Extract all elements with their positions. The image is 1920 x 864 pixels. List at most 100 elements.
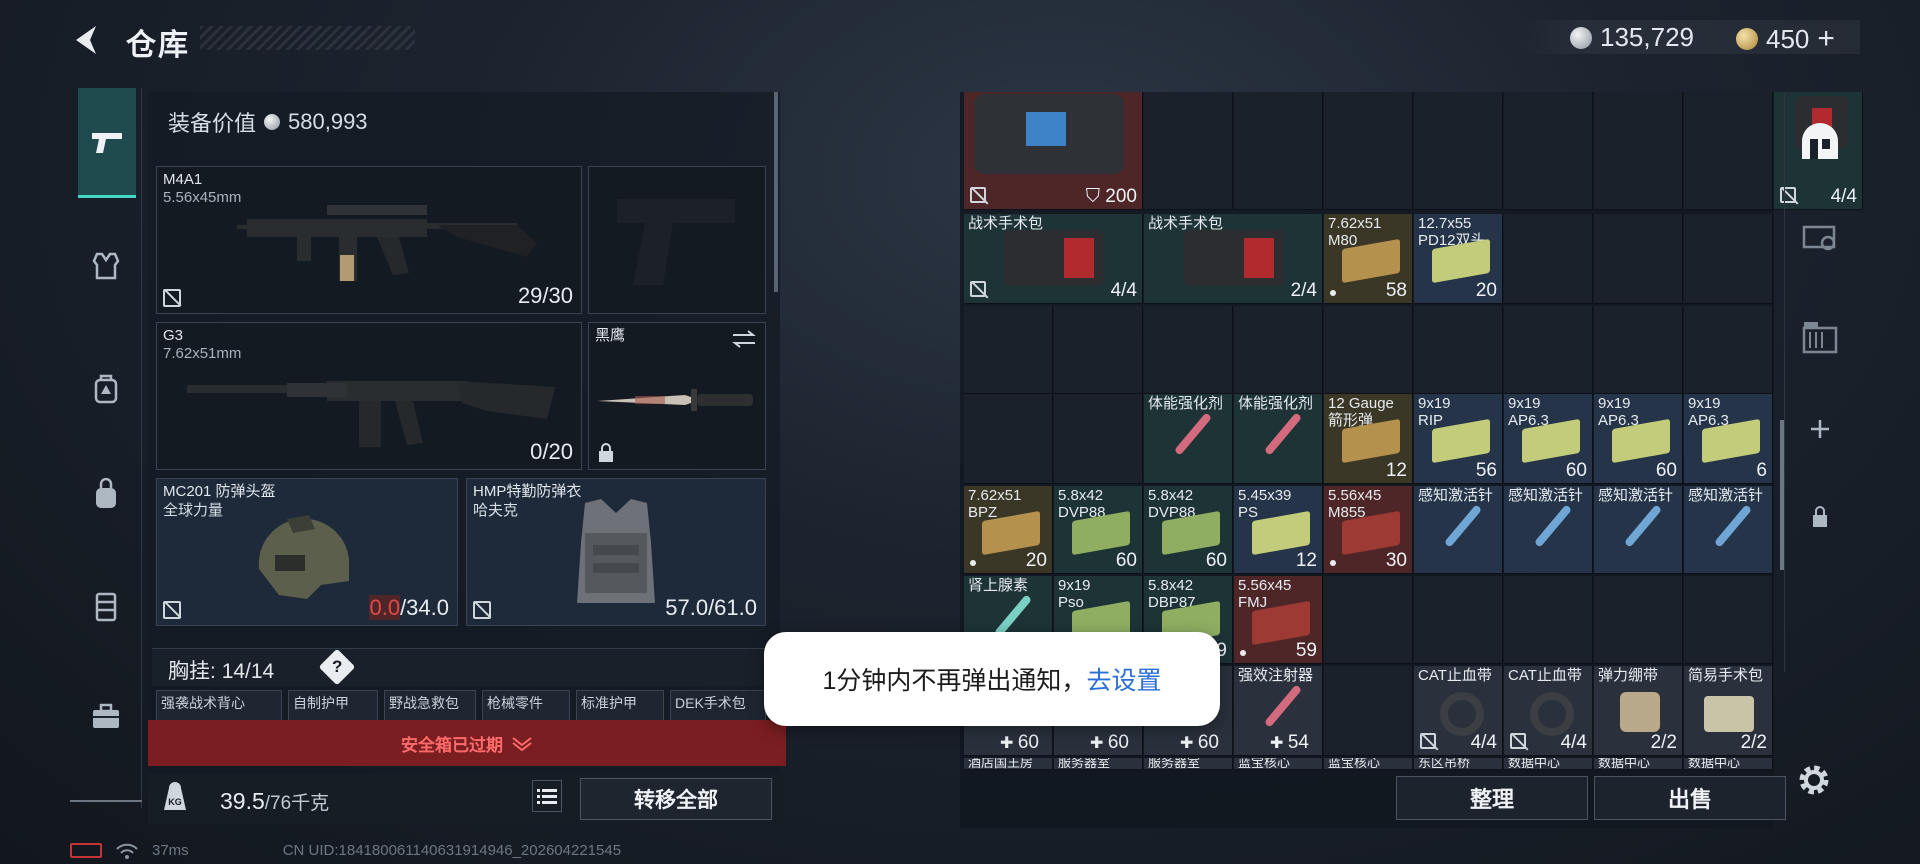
storage-empty-slot[interactable] <box>1504 576 1593 664</box>
storage-empty-slot[interactable] <box>1504 214 1593 304</box>
storage-empty-slot[interactable] <box>964 306 1053 394</box>
storage-item[interactable]: 战术手术包 2/4 <box>1144 214 1323 304</box>
storage-item[interactable]: 12 Gauge 箭形弹 12 <box>1324 394 1413 484</box>
storage-empty-slot[interactable] <box>1414 306 1503 394</box>
storage-empty-slot[interactable] <box>1234 306 1323 394</box>
storage-tab-3[interactable] <box>1795 312 1845 362</box>
storage-item[interactable]: 数据中心 <box>1594 758 1683 770</box>
storage-item[interactable]: 12.7x55 PD12双头 20 <box>1414 214 1503 304</box>
storage-item[interactable]: 弹力绷带 2/2 <box>1594 666 1683 756</box>
nav-armor[interactable] <box>78 238 134 294</box>
storage-item[interactable]: 体能强化剂 <box>1234 394 1323 484</box>
storage-empty-slot[interactable] <box>1324 576 1413 664</box>
storage-item[interactable]: 感知激活针 <box>1684 486 1773 574</box>
storage-item[interactable]: 服务器室 <box>1054 758 1143 770</box>
storage-item[interactable]: 数据中心 <box>1684 758 1773 770</box>
nav-toolbox[interactable] <box>78 688 134 744</box>
storage-empty-slot[interactable] <box>1144 92 1233 210</box>
storage-item[interactable]: 数据中心 <box>1504 758 1593 770</box>
storage-empty-slot[interactable] <box>1144 306 1233 394</box>
go-settings-link[interactable]: 去设置 <box>1086 661 1161 697</box>
storage-item[interactable]: 体能强化剂 <box>1144 394 1233 484</box>
storage-tab-2[interactable] <box>1795 212 1845 262</box>
storage-item[interactable]: ⛉ 200 <box>964 92 1143 210</box>
storage-item[interactable]: 酒店国王房 <box>964 758 1053 770</box>
storage-item[interactable]: 感知激活针 <box>1504 486 1593 574</box>
storage-item[interactable]: 9x19 AP6.3 60 <box>1594 394 1683 484</box>
storage-item[interactable]: 7.62x51 M80 58 <box>1324 214 1413 304</box>
primary-weapon-slot[interactable]: M4A1 5.56x45mm 29/30 <box>156 166 582 314</box>
locked-storage-tab[interactable] <box>1795 492 1845 542</box>
pistol-slot[interactable] <box>588 166 766 314</box>
safebox-expired-banner[interactable]: 安全箱已过期 <box>148 720 786 766</box>
storage-empty-slot[interactable] <box>1684 576 1773 664</box>
swap-icon[interactable] <box>731 329 757 349</box>
nav-chest-rig[interactable] <box>78 578 134 634</box>
storage-item[interactable]: 9x19 AP6.3 60 <box>1504 394 1593 484</box>
storage-item[interactable]: 5.56x45 FMJ 59 <box>1234 576 1323 664</box>
storage-item[interactable]: 5.8x42 DVP88 60 <box>1054 486 1143 574</box>
storage-empty-slot[interactable] <box>1054 394 1143 484</box>
loadout-scrollbar[interactable] <box>774 92 778 292</box>
storage-empty-slot[interactable] <box>1594 92 1683 210</box>
add-storage-tab[interactable] <box>1795 404 1845 454</box>
add-currency-button[interactable]: + <box>1817 22 1835 56</box>
storage-empty-slot[interactable] <box>1054 306 1143 394</box>
storage-item[interactable]: 蓝宝核心 <box>1324 758 1413 770</box>
storage-empty-slot[interactable] <box>1594 214 1683 304</box>
list-view-button[interactable] <box>532 780 562 812</box>
storage-item[interactable]: 东区吊桥 <box>1414 758 1503 770</box>
storage-empty-slot[interactable] <box>1594 576 1683 664</box>
item-image <box>1263 412 1303 456</box>
helmet-slot[interactable]: MC201 防弹头盔 全球力量 0.0/34.0 <box>156 478 458 626</box>
storage-empty-slot[interactable] <box>1684 92 1773 210</box>
sell-button[interactable]: 出售 <box>1594 776 1786 820</box>
storage-empty-slot[interactable] <box>1324 92 1413 210</box>
storage-empty-slot[interactable] <box>1234 92 1323 210</box>
armor-durability: 57.0/61.0 <box>665 595 757 620</box>
storage-empty-slot[interactable] <box>1324 306 1413 394</box>
storage-item[interactable]: 服务器室 <box>1144 758 1233 770</box>
nav-bag[interactable] <box>78 466 134 522</box>
storage-item[interactable]: CAT止血带 4/4 <box>1504 666 1593 756</box>
storage-empty-slot[interactable] <box>1414 576 1503 664</box>
item-uses: ✚ 60 <box>1180 732 1219 754</box>
storage-item[interactable]: 5.45x39 PS 12 <box>1234 486 1323 574</box>
storage-home-tab[interactable] <box>1795 116 1845 166</box>
body-armor-slot[interactable]: HMP特勤防弹衣 哈夫克 57.0/61.0 <box>466 478 766 626</box>
ammo-grade-dot <box>1330 560 1336 566</box>
storage-item[interactable]: 9x19 AP6.3 6 <box>1684 394 1773 484</box>
storage-empty-slot[interactable] <box>1684 306 1773 394</box>
storage-item[interactable]: 7.62x51 BPZ 20 <box>964 486 1053 574</box>
storage-item[interactable]: 蓝宝核心 <box>1234 758 1323 770</box>
storage-empty-slot[interactable] <box>1504 92 1593 210</box>
storage-item[interactable]: 感知激活针 <box>1414 486 1503 574</box>
transfer-all-button[interactable]: 转移全部 <box>580 778 772 820</box>
currency-gold[interactable]: 450 + <box>1736 22 1835 56</box>
nav-weapon[interactable] <box>78 88 136 198</box>
storage-item[interactable]: 5.56x45 M855 30 <box>1324 486 1413 574</box>
sort-button[interactable]: 整理 <box>1396 776 1588 820</box>
storage-empty-slot[interactable] <box>1504 306 1593 394</box>
melee-slot[interactable]: 黑鹰 <box>588 322 766 470</box>
storage-item[interactable]: 战术手术包 4/4 <box>964 214 1143 304</box>
storage-item[interactable]: 简易手术包 2/2 <box>1684 666 1773 756</box>
secondary-weapon-slot[interactable]: G3 7.62x51mm 0/20 <box>156 322 582 470</box>
storage-empty-slot[interactable] <box>1324 666 1413 756</box>
item-count-value: 200 <box>1105 186 1137 207</box>
back-button[interactable] <box>68 20 108 60</box>
title-stripe-decoration <box>200 26 415 50</box>
storage-item[interactable]: 感知激活针 <box>1594 486 1683 574</box>
storage-item[interactable]: 强效注射器 ✚ 54 <box>1234 666 1323 756</box>
nav-backpack[interactable] <box>78 360 134 416</box>
storage-item[interactable]: 5.8x42 DVP88 60 <box>1144 486 1233 574</box>
storage-empty-slot[interactable] <box>1594 306 1683 394</box>
storage-item[interactable]: CAT止血带 4/4 <box>1414 666 1503 756</box>
item-name: 蓝宝核心 <box>1328 758 1381 770</box>
pistol-placeholder-icon <box>617 199 735 285</box>
storage-empty-slot[interactable] <box>1684 214 1773 304</box>
storage-empty-slot[interactable] <box>964 394 1053 484</box>
storage-empty-slot[interactable] <box>1414 92 1503 210</box>
storage-item[interactable]: 9x19 RIP 56 <box>1414 394 1503 484</box>
settings-button[interactable] <box>1794 760 1834 800</box>
